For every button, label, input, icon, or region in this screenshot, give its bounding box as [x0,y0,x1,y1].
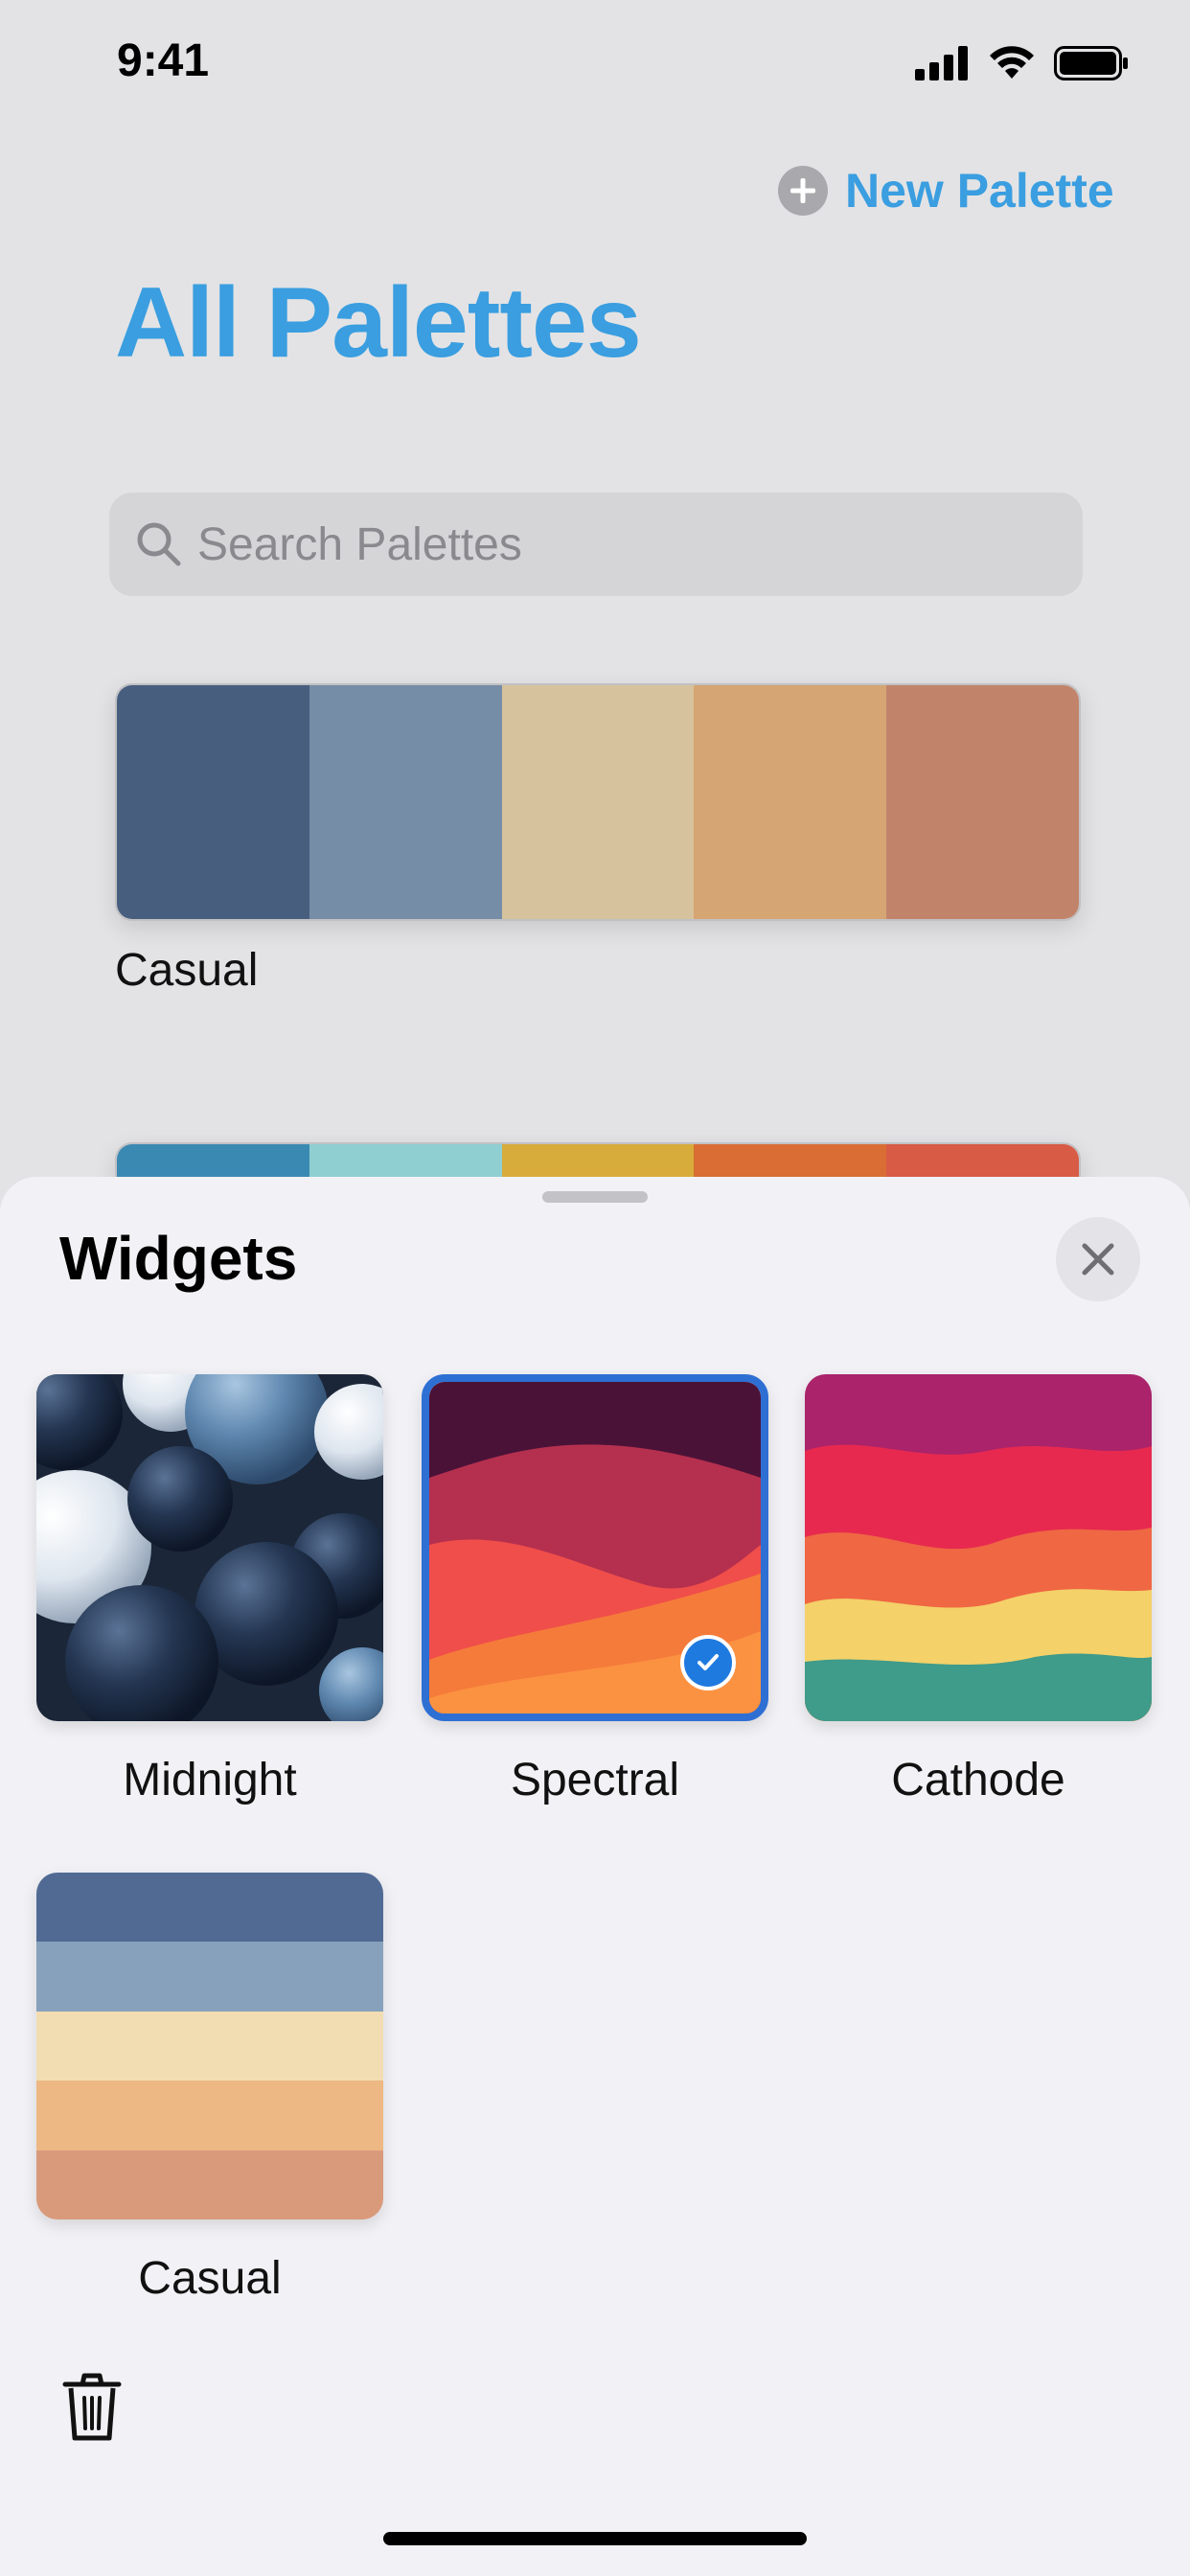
color-band [36,2011,383,2082]
palette-card-casual[interactable] [115,683,1081,921]
widget-label-midnight: Midnight [123,1755,297,1806]
search-placeholder: Search Palettes [197,518,522,570]
search-icon [137,522,181,566]
battery-icon [1054,46,1128,80]
color-swatch [501,685,695,919]
sheet-title: Widgets [59,1224,298,1293]
color-band [36,2150,383,2220]
cellular-signal-icon [915,46,968,80]
search-field[interactable]: Search Palettes [109,493,1083,596]
page-title: All Palettes [115,267,642,379]
widget-label-spectral: Spectral [510,1755,680,1806]
new-palette-label: New Palette [845,164,1114,218]
widget-label-cathode: Cathode [891,1755,1065,1806]
close-button[interactable] [1056,1217,1140,1301]
midnight-spheres-image [36,1374,383,1721]
selected-checkmark-icon [680,1635,736,1690]
wifi-icon [990,46,1034,79]
widget-casual[interactable] [36,1873,383,2220]
color-swatch [886,685,1079,919]
color-swatch [309,685,502,919]
color-swatch [117,685,309,919]
new-palette-button[interactable]: New Palette [778,161,1114,220]
color-band [36,2081,383,2150]
cathode-waves-image [805,1374,1152,1721]
widget-label-casual: Casual [138,2253,282,2304]
palette-name: Casual [115,945,259,996]
color-band [36,1873,383,1943]
widget-midnight[interactable] [36,1374,383,1721]
widget-cathode[interactable] [805,1374,1152,1721]
trash-icon[interactable] [61,2371,123,2444]
close-icon [1082,1243,1114,1276]
status-time: 9:41 [117,35,210,86]
home-indicator[interactable] [383,2532,807,2545]
color-band [36,1942,383,2012]
sheet-grabber[interactable] [542,1191,648,1203]
color-swatch [694,685,887,919]
plus-circle-icon [778,166,828,216]
